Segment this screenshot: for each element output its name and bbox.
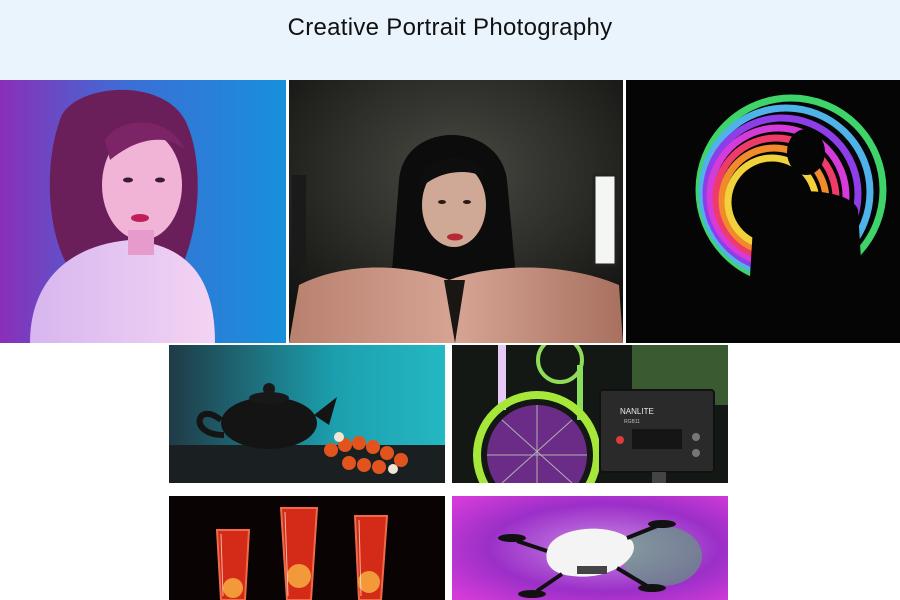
photo-teapot-still-life[interactable] [169, 345, 445, 483]
photo-bicycle-led-light[interactable]: NANLITE RGB11 [452, 345, 728, 483]
light-model-label: RGB11 [624, 419, 640, 425]
page-title: Creative Portrait Photography [287, 14, 613, 41]
photo-portrait-neon[interactable] [0, 80, 286, 343]
drone-image [452, 496, 728, 600]
photo-portrait-led-panel[interactable] [289, 80, 623, 343]
glasses-image [169, 496, 445, 600]
photo-light-painting-silhouette[interactable] [626, 80, 900, 343]
portrait-neon-image [0, 80, 286, 343]
bicycle-led-image: NANLITE RGB11 [452, 345, 728, 483]
page-header: Creative Portrait Photography [0, 0, 900, 80]
teapot-image [169, 345, 445, 483]
photo-drone-purple-smoke[interactable] [452, 496, 728, 600]
photo-glasses-red-light[interactable] [169, 496, 445, 600]
portrait-led-panel-image [289, 80, 623, 343]
light-painting-image [626, 80, 900, 343]
light-brand-label: NANLITE [620, 407, 654, 416]
